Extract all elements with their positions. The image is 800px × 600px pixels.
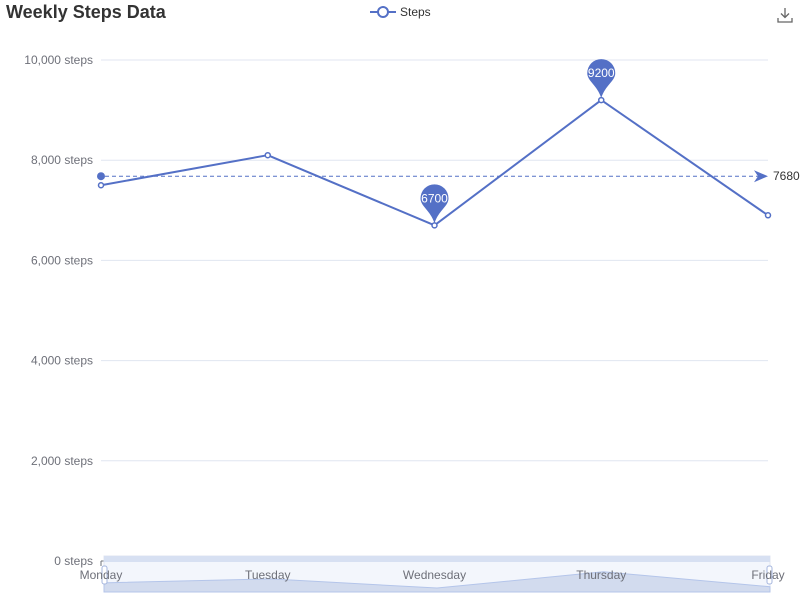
line-chart: 0 steps 2,000 steps 4,000 steps 6,000 steps… — [24, 53, 800, 593]
data-zoom-selection-bar[interactable] — [104, 556, 770, 562]
grid-lines — [101, 59, 768, 462]
y-tick-label: 8,000 steps — [31, 153, 93, 167]
average-mark-line: 7680 — [97, 169, 800, 183]
mark-point-label-min: 6700 — [421, 191, 448, 205]
data-point[interactable] — [764, 212, 772, 219]
mark-points: 6700 9200 — [420, 59, 616, 224]
y-tick-label: 10,000 steps — [24, 53, 93, 67]
y-tick-label: 4,000 steps — [31, 354, 93, 368]
x-tick-label: Thursday — [576, 568, 626, 582]
x-tick-label: Wednesday — [403, 568, 466, 582]
y-tick-label: 6,000 steps — [31, 253, 93, 267]
average-line-label: 7680 — [773, 169, 800, 183]
data-point[interactable] — [97, 182, 105, 189]
data-point[interactable] — [431, 222, 438, 229]
data-point[interactable] — [264, 151, 271, 159]
data-point[interactable] — [598, 96, 605, 104]
mark-point-label-max: 9200 — [588, 66, 615, 80]
x-tick-label: Friday — [751, 568, 784, 582]
y-tick-label: 0 steps — [54, 554, 93, 568]
y-tick-label: 2,000 steps — [31, 454, 93, 468]
x-tick-label: Monday — [80, 568, 123, 582]
y-axis-labels: 0 steps 2,000 steps 4,000 steps 6,000 steps… — [24, 53, 93, 568]
x-tick-label: Tuesday — [245, 568, 291, 582]
average-line-start-marker — [97, 172, 105, 181]
